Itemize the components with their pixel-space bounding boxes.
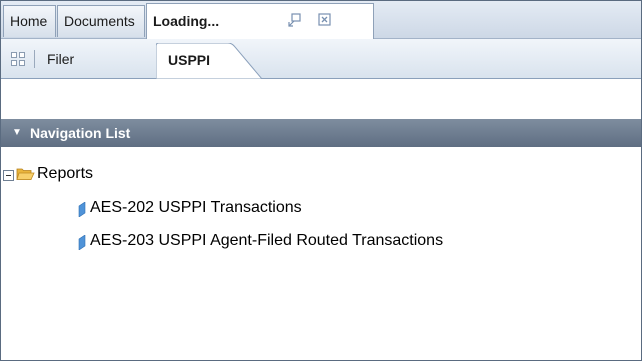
report-icon [78, 234, 86, 251]
tree-item-aes-203[interactable]: AES-203 USPPI Agent-Filed Routed Transac… [90, 232, 443, 250]
tab-loading[interactable]: Loading... [146, 3, 374, 39]
popout-icon[interactable] [288, 13, 302, 29]
triangle-down-icon[interactable]: ▼ [12, 119, 22, 147]
tree-folder-reports[interactable]: Reports [37, 165, 93, 183]
report-icon [78, 201, 86, 218]
window-frame: Home Documents Loading... Filer USPPI ▼ … [0, 0, 642, 361]
tree-item-aes-202[interactable]: AES-202 USPPI Transactions [90, 199, 302, 217]
tab-filer[interactable]: Filer [41, 51, 80, 67]
module-tab-bar: Filer USPPI [1, 39, 641, 79]
tree-folder-label: Reports [37, 165, 94, 182]
navigation-list-title: Navigation List [30, 125, 131, 141]
close-icon[interactable] [318, 13, 331, 28]
grid-icon[interactable] [11, 52, 25, 66]
tab-documents-label: Documents [64, 13, 135, 29]
tab-home[interactable]: Home [3, 5, 56, 37]
tab-separator [34, 50, 35, 68]
tab-home-label: Home [10, 13, 48, 29]
tree-item-label: AES-202 USPPI Transactions [90, 199, 302, 216]
tab-usppi-label: USPPI [168, 52, 211, 68]
document-tab-bar: Home Documents Loading... [1, 1, 641, 39]
tab-loading-label: Loading... [153, 13, 220, 29]
tree-item-label: AES-203 USPPI Agent-Filed Routed Transac… [90, 232, 444, 249]
tab-usppi[interactable]: USPPI [156, 43, 266, 79]
tab-documents[interactable]: Documents [57, 5, 145, 37]
minus-box-icon[interactable] [3, 170, 14, 181]
navigation-list-header[interactable]: ▼ Navigation List [1, 119, 641, 147]
tab-filer-label: Filer [47, 51, 75, 67]
open-folder-icon [16, 167, 35, 186]
